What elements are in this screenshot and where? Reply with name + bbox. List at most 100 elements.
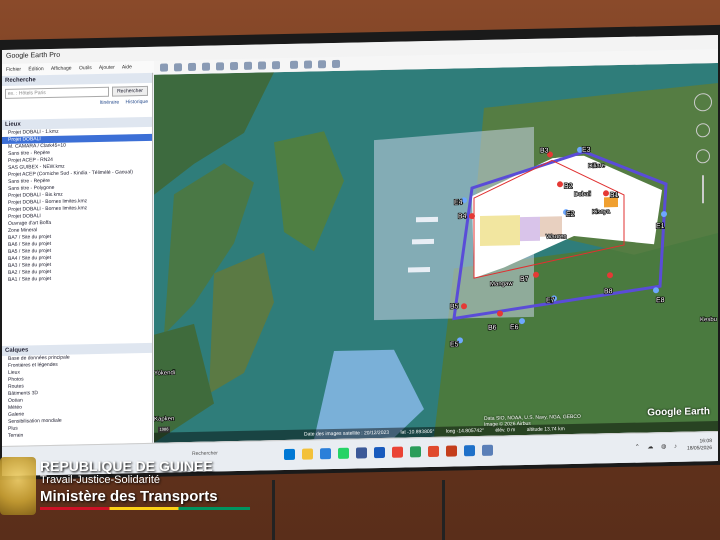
pdf-icon[interactable] bbox=[428, 445, 439, 458]
system-tray-icons[interactable]: ⌃ ☁ ◍ ♪ bbox=[635, 443, 680, 451]
marker-label: B6 bbox=[488, 325, 497, 332]
google-earth-taskbar-icon[interactable] bbox=[482, 444, 493, 456]
flag-stripe bbox=[40, 507, 250, 510]
town-label: Yokendi bbox=[154, 370, 175, 376]
directions-link[interactable]: Itinéraire bbox=[100, 100, 119, 106]
hide-sidebar-icon[interactable] bbox=[160, 63, 168, 72]
add-overlay-icon[interactable] bbox=[216, 62, 224, 71]
marker-e7[interactable]: E7 bbox=[545, 295, 557, 305]
cable bbox=[442, 480, 445, 540]
marker-label: B4 bbox=[458, 213, 467, 220]
clock[interactable]: 16:08 18/05/2026 bbox=[687, 438, 712, 453]
menu-view[interactable]: Affichage bbox=[51, 66, 72, 72]
marker-label: E7 bbox=[546, 297, 555, 304]
compass-icon[interactable] bbox=[694, 93, 712, 112]
chrome-icon[interactable] bbox=[392, 446, 403, 458]
app-icon[interactable] bbox=[410, 446, 421, 458]
marker-e1[interactable]: E1 bbox=[655, 211, 667, 231]
marker-b1[interactable]: B1 bbox=[603, 190, 619, 200]
marker-label: E5 bbox=[450, 341, 459, 348]
monitor: Google Earth Pro Fichier Édition Afficha… bbox=[0, 24, 720, 480]
menu-file[interactable]: Fichier bbox=[6, 67, 21, 73]
town-label: Diliare bbox=[588, 163, 606, 169]
search-input[interactable]: ex. : Hôtels Paris bbox=[5, 86, 109, 99]
marker-e6[interactable]: E6 bbox=[509, 318, 525, 332]
add-path-icon[interactable] bbox=[202, 62, 210, 71]
google-earth-logo: Google Earth bbox=[647, 406, 710, 419]
marker-e5[interactable]: E5 bbox=[449, 337, 463, 349]
town-label: Kisoya bbox=[592, 209, 611, 215]
marker-e4[interactable]: E4 bbox=[453, 197, 467, 207]
imagery-date: Date des images satellite : 20/12/2023 bbox=[304, 429, 390, 438]
marker-b5[interactable]: B5 bbox=[449, 303, 467, 311]
menu-help[interactable]: Aide bbox=[122, 64, 132, 70]
look-joystick-icon[interactable] bbox=[696, 123, 710, 138]
marker-label: B1 bbox=[610, 192, 619, 199]
record-tour-icon[interactable] bbox=[230, 62, 238, 71]
marker-label: B7 bbox=[520, 276, 529, 283]
guinea-coat-of-arms-icon bbox=[0, 457, 36, 515]
marker-label: E2 bbox=[566, 211, 575, 218]
banner-ministry: Ministère des Transports bbox=[40, 488, 218, 505]
menu-edit[interactable]: Édition bbox=[28, 66, 43, 72]
save-image-icon[interactable] bbox=[332, 59, 340, 69]
marker-b3[interactable]: B3 bbox=[539, 147, 553, 158]
town-label: Mangaw bbox=[490, 281, 513, 287]
marker-e2[interactable]: E2 bbox=[563, 209, 575, 219]
email-icon[interactable] bbox=[304, 60, 312, 69]
town-label: Dobali bbox=[574, 192, 591, 198]
marker-label: E3 bbox=[582, 147, 591, 154]
history-link[interactable]: Historique bbox=[125, 99, 148, 105]
marker-b8[interactable]: B8 bbox=[603, 272, 613, 296]
clock-date: 18/05/2026 bbox=[686, 445, 712, 452]
add-polygon-icon[interactable] bbox=[188, 62, 196, 72]
powerpoint-icon[interactable] bbox=[446, 445, 457, 457]
marker-label: E6 bbox=[510, 324, 519, 331]
longitude: long -14.805742° bbox=[445, 427, 484, 435]
marker-label: E8 bbox=[656, 297, 665, 304]
marker-e3[interactable]: E3 bbox=[577, 146, 591, 155]
town-label: Kapken bbox=[154, 416, 174, 422]
layers-panel: Calques Base de données principale Front… bbox=[2, 342, 152, 440]
store-icon[interactable] bbox=[356, 447, 367, 459]
banner-motto: Travail-Justice-Solidarité bbox=[40, 474, 161, 486]
marker-label: E1 bbox=[656, 223, 665, 230]
search-header: Recherche bbox=[2, 72, 152, 86]
sunlight-icon[interactable] bbox=[258, 61, 266, 70]
marker-b6[interactable]: B6 bbox=[487, 310, 503, 333]
navigation-controls[interactable] bbox=[694, 93, 712, 213]
markers-layer: B1 B2 B3 B4 B5 B6 B7 B8 E1 E2 E3 E4 E5 E… bbox=[154, 146, 718, 423]
move-joystick-icon[interactable] bbox=[696, 149, 710, 164]
elevation: élév. 0 m bbox=[495, 427, 516, 434]
menu-tools[interactable]: Outils bbox=[79, 65, 92, 71]
marker-b7[interactable]: B7 bbox=[519, 271, 539, 284]
start-icon[interactable] bbox=[284, 448, 295, 461]
town-label: Wauren bbox=[546, 234, 567, 240]
cable bbox=[272, 480, 275, 540]
marker-b4[interactable]: B4 bbox=[457, 212, 475, 221]
map-view[interactable]: B1 B2 B3 B4 B5 B6 B7 B8 E1 E2 E3 E4 E5 E… bbox=[154, 62, 718, 443]
add-placemark-icon[interactable] bbox=[174, 63, 182, 72]
outlook-icon[interactable] bbox=[464, 445, 475, 457]
ruler-icon[interactable] bbox=[290, 60, 298, 69]
marker-b2[interactable]: B2 bbox=[557, 181, 573, 191]
planet-icon[interactable] bbox=[272, 61, 280, 70]
zoom-slider[interactable] bbox=[702, 175, 704, 204]
ministry-banner: REPUBLIQUE DE GUINEE Travail-Justice-Sol… bbox=[0, 455, 260, 525]
banner-country: REPUBLIQUE DE GUINEE bbox=[40, 458, 213, 474]
search-button[interactable]: Rechercher bbox=[112, 85, 148, 97]
marker-label: B5 bbox=[450, 303, 459, 310]
file-explorer-icon[interactable] bbox=[302, 448, 313, 460]
town-label: Kesbu bbox=[700, 317, 717, 323]
historical-imagery-icon[interactable] bbox=[244, 61, 252, 70]
places-panel: Lieux Projet DOBALI - 1.kmz Projet DOBAL… bbox=[2, 116, 152, 284]
marker-label: E4 bbox=[454, 199, 463, 206]
marker-e8[interactable]: E8 bbox=[653, 287, 665, 305]
word-icon[interactable] bbox=[374, 446, 385, 459]
menu-add[interactable]: Ajouter bbox=[99, 65, 115, 71]
search-links: Itinéraire Historique bbox=[2, 99, 152, 108]
edge-icon[interactable] bbox=[320, 448, 331, 460]
latitude: lat -10.893805° bbox=[400, 428, 435, 436]
whatsapp-icon[interactable] bbox=[338, 447, 349, 459]
print-icon[interactable] bbox=[318, 60, 326, 69]
